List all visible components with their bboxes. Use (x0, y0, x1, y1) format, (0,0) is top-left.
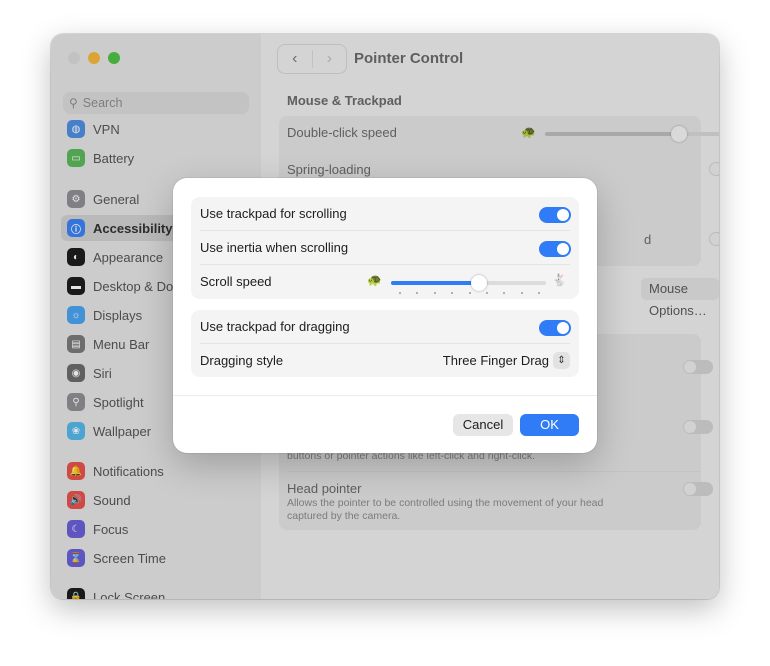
dragging-style-row: Dragging style Three Finger Drag ⇕ (191, 344, 579, 378)
drag-trackpad-label: Use trackpad for dragging (200, 319, 350, 334)
inertia-label: Use inertia when scrolling (200, 240, 349, 255)
scrolling-group: Use trackpad for scrolling Use inertia w… (191, 197, 579, 299)
slider-tick-mark (538, 292, 541, 294)
scroll-trackpad-label: Use trackpad for scrolling (200, 206, 347, 221)
drag-trackpad-toggle[interactable] (539, 320, 571, 336)
up-down-chevron-icon[interactable]: ⇕ (553, 352, 570, 369)
drag-trackpad-row: Use trackpad for dragging (191, 310, 579, 344)
hare-icon: 🐇 (552, 273, 567, 287)
ok-button[interactable]: OK (520, 414, 579, 436)
slider-tick-mark (486, 292, 488, 294)
slider-tick-mark (503, 292, 506, 294)
slider-tick-mark (399, 292, 401, 294)
scroll-speed-row: Scroll speed 🐢 🐇 (191, 265, 579, 299)
scroll-trackpad-toggle[interactable] (539, 207, 571, 223)
dragging-style-label: Dragging style (200, 353, 284, 368)
inertia-toggle[interactable] (539, 241, 571, 257)
dragging-group: Use trackpad for dragging Dragging style… (191, 310, 579, 377)
inertia-row: Use inertia when scrolling (191, 231, 579, 265)
slider-tick-mark (468, 292, 471, 294)
tortoise-icon: 🐢 (367, 273, 382, 287)
slider-tick-mark (451, 292, 454, 294)
scroll-speed-slider-knob[interactable] (471, 275, 488, 291)
dragging-style-popup[interactable]: Three Finger Drag (443, 353, 549, 368)
cancel-button[interactable]: Cancel (453, 414, 513, 436)
trackpad-options-dialog: Use trackpad for scrolling Use inertia w… (173, 178, 597, 453)
scroll-speed-label: Scroll speed (200, 274, 272, 289)
slider-tick-mark (520, 292, 523, 294)
slider-tick-mark (416, 292, 419, 294)
scroll-speed-slider[interactable] (391, 275, 546, 294)
scroll-trackpad-row: Use trackpad for scrolling (191, 197, 579, 231)
slider-tick-mark (433, 292, 436, 294)
